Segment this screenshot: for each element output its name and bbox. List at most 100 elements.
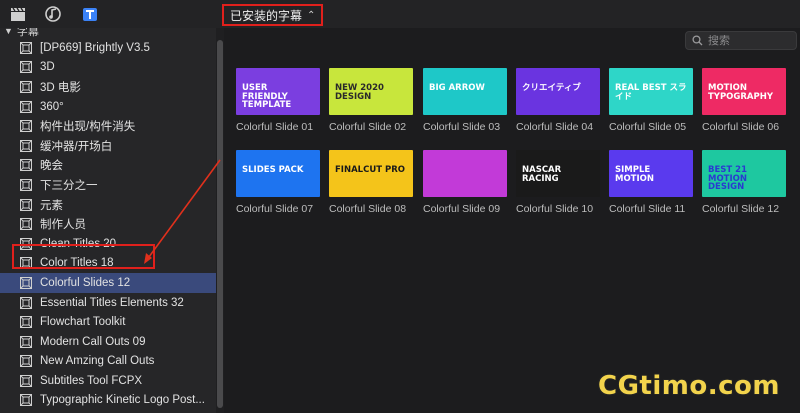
tile-caption: Colorful Slide 09 — [423, 203, 501, 215]
search-field[interactable] — [685, 31, 797, 50]
title-tile[interactable]: NASCAR RACING Colorful Slide 10 — [516, 150, 600, 215]
tile-thumbnail-text: USER FRIENDLY TEMPLATE — [242, 83, 292, 110]
tile-caption: Colorful Slide 02 — [329, 121, 407, 133]
sidebar-item-label: 制作人员 — [40, 219, 86, 232]
sidebar-item[interactable]: 360° — [0, 97, 216, 117]
sidebar-item[interactable]: 3D — [0, 58, 216, 78]
sidebar-item-label: Typographic Kinetic Logo Post... — [40, 394, 205, 407]
title-tile[interactable]: SIMPLE MOTION Colorful Slide 11 — [609, 150, 693, 215]
sidebar-item[interactable]: 缓冲器/开场白 — [0, 136, 216, 156]
watermark: CGtimo.com — [598, 371, 780, 401]
sidebar-item-label: 3D 电影 — [40, 81, 81, 94]
sidebar-item-label: Essential Titles Elements 32 — [40, 296, 184, 309]
sidebar-item[interactable]: Essential Titles Elements 32 — [0, 293, 216, 313]
title-tile[interactable]: BEST 21 MOTION DESIGN Colorful Slide 12 — [702, 150, 786, 215]
search-input[interactable] — [708, 34, 788, 47]
tile-caption: Colorful Slide 11 — [609, 203, 686, 215]
tile-thumbnail: USER FRIENDLY TEMPLATE — [236, 68, 320, 115]
title-tile[interactable]: SLIDES PACK Colorful Slide 07 — [236, 150, 320, 215]
title-folder-icon — [20, 100, 32, 113]
tile-thumbnail: REAL BEST スライド — [609, 68, 693, 115]
tile-thumbnail-text: NASCAR RACING — [522, 165, 562, 184]
sidebar-item-label: [DP669] Brightly V3.5 — [40, 41, 150, 54]
title-tile[interactable]: FINALCUT PRO Colorful Slide 08 — [329, 150, 413, 215]
sidebar-item-label: New Amzing Call Outs — [40, 355, 155, 368]
sidebar-item-label: 3D — [40, 61, 55, 74]
music-icon[interactable] — [44, 5, 62, 23]
title-folder-icon — [20, 276, 32, 289]
sidebar-item-label: Flowchart Toolkit — [40, 316, 126, 329]
tile-thumbnail: MOTION TYPOGRAPHY — [702, 68, 786, 115]
title-folder-icon — [20, 159, 32, 172]
tile-caption: Colorful Slide 12 — [702, 203, 780, 215]
title-folder-icon — [20, 120, 32, 133]
top-toolbar: 已安装的字幕 ⌃ — [0, 0, 800, 28]
sidebar-item[interactable]: Colorful Slides 12 — [0, 273, 216, 293]
title-folder-icon — [20, 178, 32, 191]
tile-caption: Colorful Slide 04 — [516, 121, 594, 133]
sidebar-root[interactable]: ▼ 字幕 — [4, 28, 39, 38]
disclosure-triangle-icon[interactable]: ▼ — [4, 28, 13, 36]
sidebar-item-label: 360° — [40, 100, 64, 113]
sidebar-scrollbar[interactable] — [216, 28, 224, 413]
title-folder-icon — [20, 218, 32, 231]
title-tile[interactable]: Colorful Slide 09 — [423, 150, 507, 215]
filter-dropdown[interactable]: 已安装的字幕 ⌃ — [222, 4, 324, 26]
tile-thumbnail: SLIDES PACK — [236, 150, 320, 197]
title-folder-icon — [20, 394, 32, 407]
tile-caption: Colorful Slide 10 — [516, 203, 594, 215]
tile-thumbnail: SIMPLE MOTION — [609, 150, 693, 197]
sidebar-item-label: 缓冲器/开场白 — [40, 140, 113, 153]
sidebar-list: [DP669] Brightly V3.5 3D 3D 电影 360° 构件出现/构件消… — [0, 38, 216, 410]
sidebar-item-label: 元素 — [40, 199, 63, 212]
tile-thumbnail-text: SIMPLE MOTION — [615, 165, 654, 184]
sidebar-item[interactable]: 下三分之一 — [0, 175, 216, 195]
sidebar-item[interactable]: 3D 电影 — [0, 77, 216, 97]
title-folder-icon — [20, 80, 32, 93]
title-tile[interactable]: REAL BEST スライド Colorful Slide 05 — [609, 68, 693, 133]
sidebar-item-label: Subtitles Tool FCPX — [40, 374, 143, 387]
sidebar-item[interactable]: Modern Call Outs 09 — [0, 332, 216, 352]
tile-thumbnail: FINALCUT PRO — [329, 150, 413, 197]
sidebar: ▼ 字幕 [DP669] Brightly V3.5 3D 3D 电影 360° 构件出… — [0, 28, 224, 413]
tile-caption: Colorful Slide 06 — [702, 121, 780, 133]
sidebar-item[interactable]: 构件出现/构件消失 — [0, 116, 216, 136]
scroll-thumb[interactable] — [217, 40, 223, 408]
tile-caption: Colorful Slide 08 — [329, 203, 407, 215]
sidebar-item[interactable]: Subtitles Tool FCPX — [0, 371, 216, 391]
sidebar-item-label: Colorful Slides 12 — [40, 276, 131, 289]
tile-thumbnail: クリエイティブ — [516, 68, 600, 115]
title-tile[interactable]: MOTION TYPOGRAPHY Colorful Slide 06 — [702, 68, 786, 133]
tile-thumbnail — [423, 150, 507, 197]
tile-caption: Colorful Slide 07 — [236, 203, 314, 215]
sidebar-item[interactable]: New Amzing Call Outs — [0, 352, 216, 372]
filter-dropdown-label: 已安装的字幕 — [230, 8, 303, 23]
sidebar-item-label: 构件出现/构件消失 — [40, 121, 136, 134]
tile-caption: Colorful Slide 01 — [236, 121, 314, 133]
selection-highlight-box — [12, 244, 155, 269]
tile-thumbnail: BEST 21 MOTION DESIGN — [702, 150, 786, 197]
title-tile[interactable]: NEW 2020 DESIGN Colorful Slide 02 — [329, 68, 413, 133]
sidebar-item[interactable]: 晚会 — [0, 156, 216, 176]
clapper-icon[interactable] — [9, 5, 27, 23]
tile-thumbnail: NEW 2020 DESIGN — [329, 68, 413, 115]
tile-caption: Colorful Slide 03 — [423, 121, 501, 133]
search-icon — [692, 35, 703, 46]
title-folder-icon — [20, 374, 32, 387]
sidebar-item-label: Modern Call Outs 09 — [40, 335, 146, 348]
sidebar-item[interactable]: 制作人员 — [0, 214, 216, 234]
title-folder-icon — [20, 316, 32, 329]
title-tile[interactable]: BIG ARROW Colorful Slide 03 — [423, 68, 507, 133]
sidebar-item[interactable]: Typographic Kinetic Logo Post... — [0, 391, 216, 411]
tile-thumbnail-text: BEST 21 MOTION DESIGN — [708, 165, 747, 192]
tile-thumbnail-text: BIG ARROW — [429, 83, 485, 93]
sidebar-item[interactable]: [DP669] Brightly V3.5 — [0, 38, 216, 58]
tile-thumbnail-text: REAL BEST スライド — [615, 83, 687, 102]
titles-icon[interactable] — [81, 5, 99, 23]
sidebar-item-label: 下三分之一 — [40, 179, 98, 192]
title-tile[interactable]: USER FRIENDLY TEMPLATE Colorful Slide 01 — [236, 68, 320, 133]
sidebar-item[interactable]: Flowchart Toolkit — [0, 312, 216, 332]
sidebar-item[interactable]: 元素 — [0, 195, 216, 215]
title-tile[interactable]: クリエイティブ Colorful Slide 04 — [516, 68, 600, 133]
tile-thumbnail-text: クリエイティブ — [522, 83, 581, 93]
